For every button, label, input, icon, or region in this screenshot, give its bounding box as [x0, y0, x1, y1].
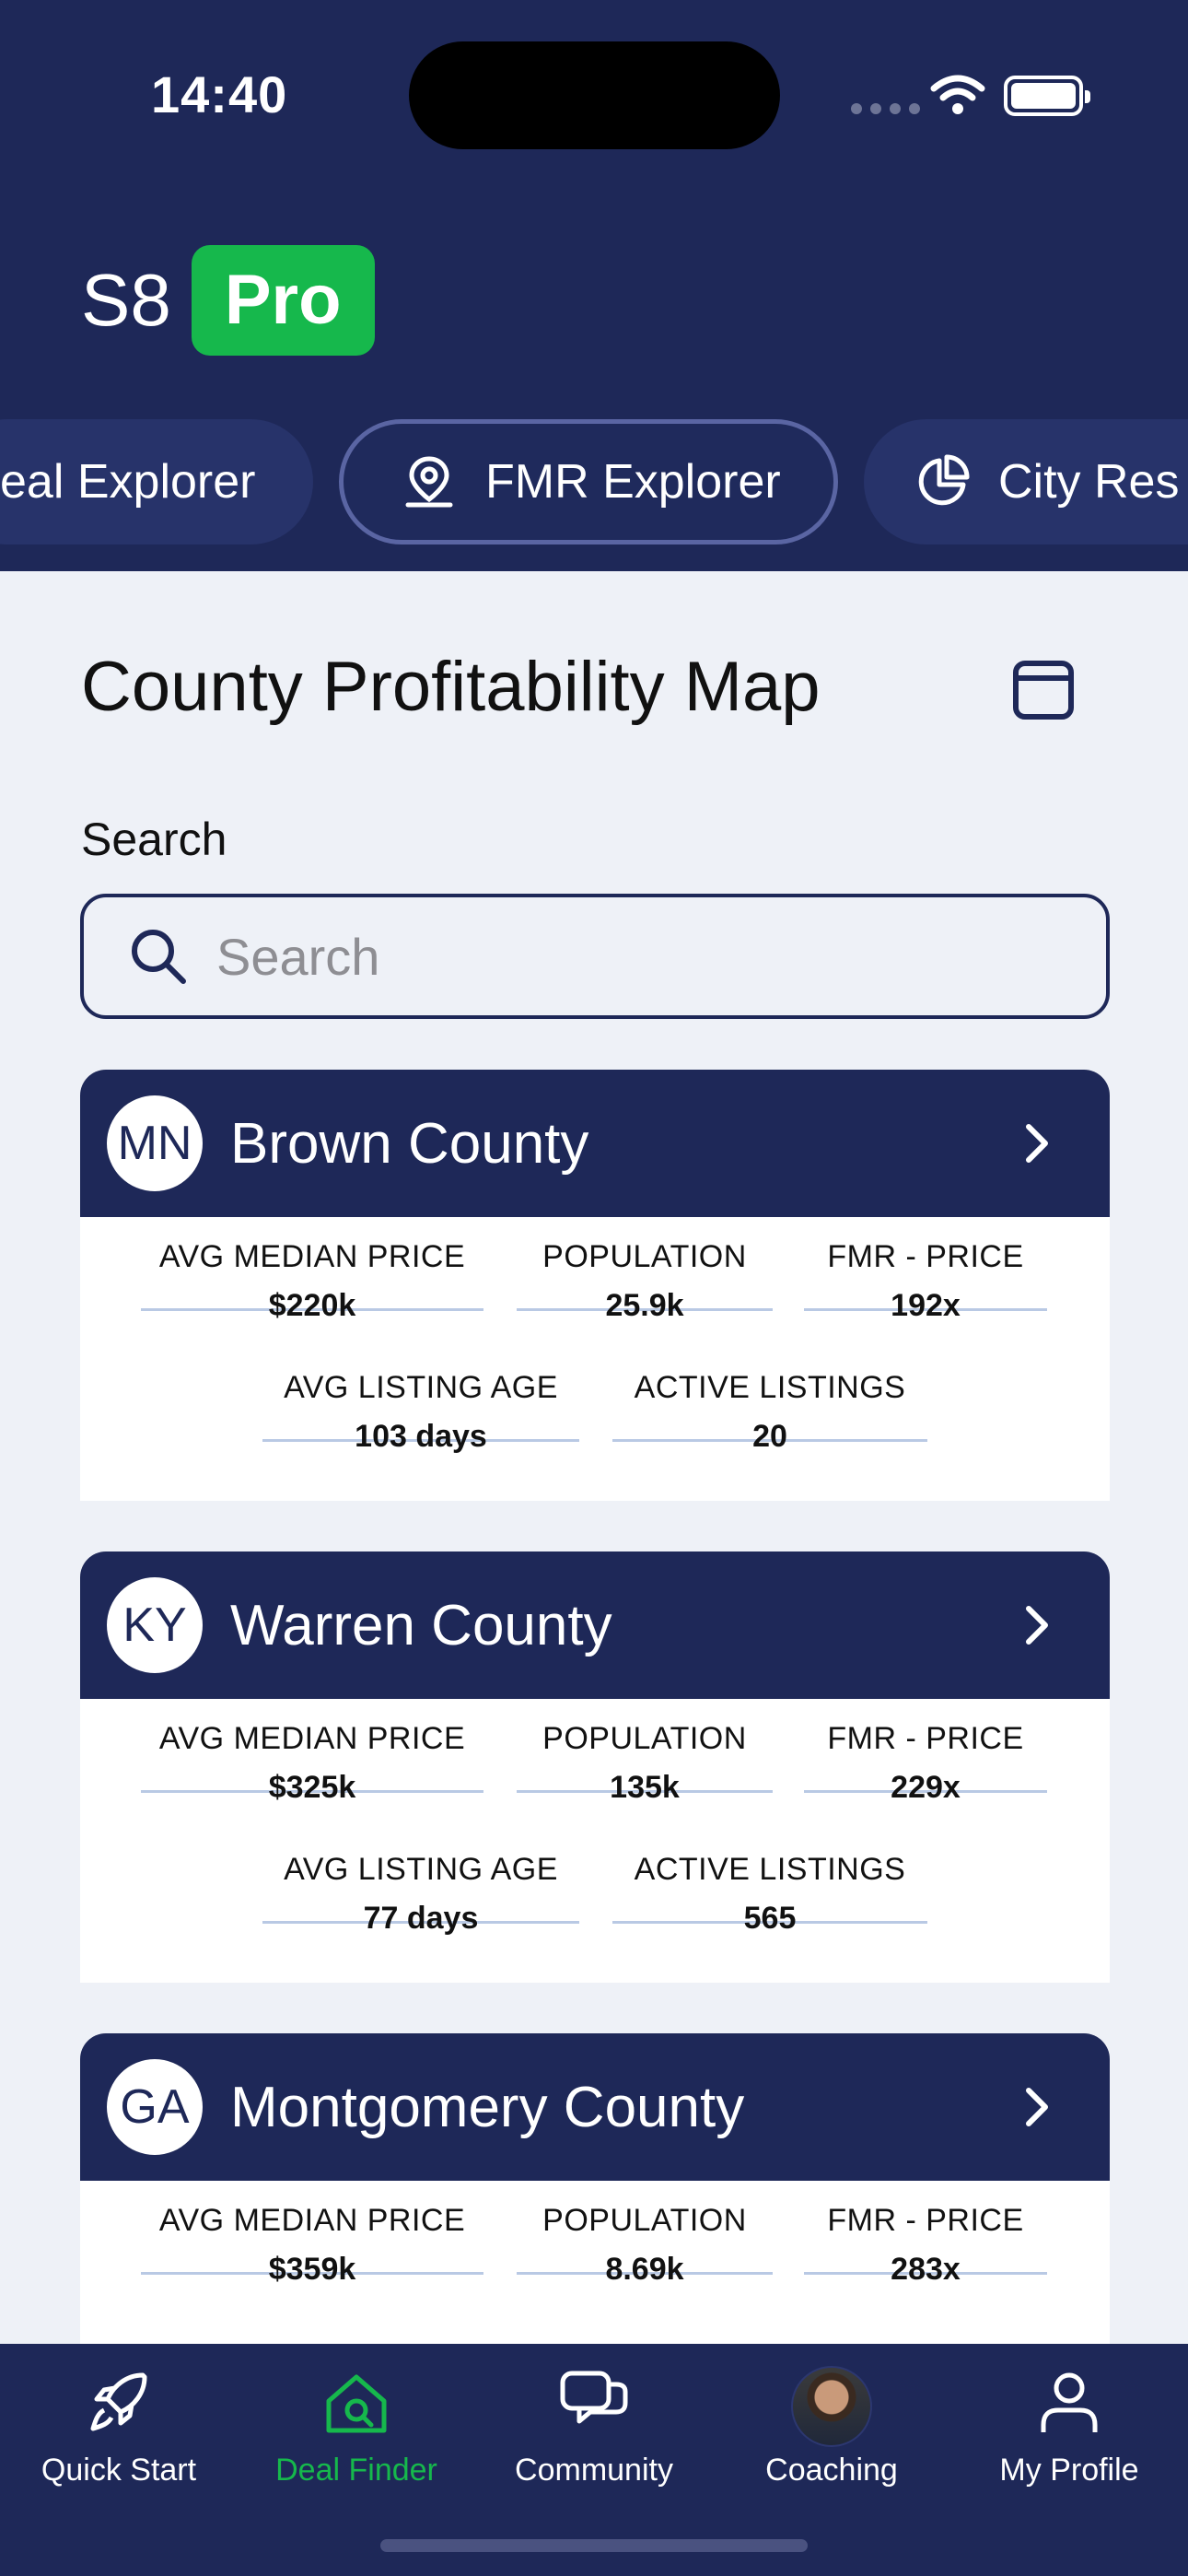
tab-label: Deal Finder: [275, 2453, 437, 2488]
app-header: 14:40 S8 Pro eal Explorer FMR Explorer C…: [0, 0, 1188, 571]
stat-value: 565: [743, 1901, 797, 1936]
stat-value: $325k: [268, 1770, 356, 1805]
stat-label: ACTIVE LISTINGS: [634, 1852, 906, 1887]
tab-coaching[interactable]: Coaching: [713, 2344, 950, 2528]
tab-quick-start[interactable]: Quick Start: [0, 2344, 238, 2528]
tab-my-profile[interactable]: My Profile: [950, 2344, 1188, 2528]
state-avatar: MN: [107, 1095, 203, 1191]
stat-value: $359k: [268, 2252, 356, 2287]
status-time: 14:40: [151, 65, 288, 123]
stat-label: FMR - PRICE: [827, 1239, 1024, 1274]
stat-label: FMR - PRICE: [827, 1721, 1024, 1756]
dynamic-island: [409, 41, 780, 149]
stat-population: POPULATION 8.69k: [517, 2181, 773, 2287]
tab-label: My Profile: [999, 2453, 1139, 2488]
cellular-signal-icon: [851, 103, 920, 114]
chat-bubbles-icon: [560, 2371, 628, 2424]
chevron-right-icon[interactable]: [1010, 1599, 1062, 1651]
window-toggle-icon[interactable]: [1011, 658, 1076, 722]
app-screen: 14:40 S8 Pro eal Explorer FMR Explorer C…: [0, 0, 1188, 2576]
stat-population: POPULATION 25.9k: [517, 1217, 773, 1323]
home-indicator[interactable]: [380, 2539, 808, 2552]
stat-value: 20: [752, 1419, 787, 1454]
tab-label: eal Explorer: [0, 455, 256, 509]
stat-value: 135k: [610, 1770, 680, 1805]
search-input[interactable]: [216, 926, 1045, 987]
tab-label: Community: [515, 2453, 673, 2488]
chevron-right-icon[interactable]: [1010, 1118, 1062, 1169]
map-pin-icon: [405, 456, 453, 508]
rocket-icon: [90, 2372, 147, 2431]
user-icon: [1041, 2372, 1098, 2432]
tab-label: City Res: [998, 455, 1180, 509]
tab-deal-finder[interactable]: Deal Finder: [238, 2344, 475, 2528]
stat-label: AVG LISTING AGE: [284, 1852, 558, 1887]
county-name: Warren County: [230, 1593, 612, 1657]
county-card-header[interactable]: KY Warren County: [80, 1551, 1110, 1699]
county-card[interactable]: MN Brown County AVG MEDIAN PRICE $220k P…: [80, 1070, 1110, 1501]
stat-value: 229x: [891, 1770, 961, 1805]
coach-avatar: [791, 2366, 872, 2447]
tab-community[interactable]: Community: [475, 2344, 713, 2528]
tab-city-research[interactable]: City Res: [864, 419, 1188, 544]
stat-value: 25.9k: [605, 1288, 684, 1323]
stat-label: AVG MEDIAN PRICE: [158, 1721, 466, 1756]
stat-label: ACTIVE LISTINGS: [634, 1370, 906, 1405]
stat-population: POPULATION 135k: [517, 1699, 773, 1805]
section-nav: eal Explorer FMR Explorer City Res: [0, 419, 1188, 544]
stat-label: POPULATION: [542, 1721, 747, 1756]
state-avatar: GA: [107, 2059, 203, 2155]
county-card-header[interactable]: MN Brown County: [80, 1070, 1110, 1217]
county-stats: AVG MEDIAN PRICE $359k POPULATION 8.69k …: [80, 2181, 1110, 2347]
stat-avg-median-price: AVG MEDIAN PRICE $220k: [141, 1217, 483, 1323]
tab-fmr-explorer[interactable]: FMR Explorer: [339, 419, 838, 544]
page-title: County Profitability Map: [81, 648, 821, 726]
county-name: Brown County: [230, 1111, 589, 1176]
stat-active-listings: ACTIVE LISTINGS 20: [612, 1348, 927, 1454]
stat-avg-listing-age: AVG LISTING AGE 103 days: [262, 1348, 579, 1454]
stat-active-listings: ACTIVE LISTINGS 565: [612, 1830, 927, 1936]
county-card[interactable]: GA Montgomery County AVG MEDIAN PRICE $3…: [80, 2033, 1110, 2347]
stat-fmr-price: FMR - PRICE 229x: [804, 1699, 1047, 1805]
brand-name: S8: [81, 259, 171, 341]
stat-fmr-price: FMR - PRICE 192x: [804, 1217, 1047, 1323]
state-avatar: KY: [107, 1577, 203, 1673]
tab-label: Quick Start: [41, 2453, 197, 2488]
stat-label: AVG MEDIAN PRICE: [158, 1239, 466, 1274]
stat-value: 283x: [891, 2252, 961, 2287]
search-label: Search: [81, 814, 227, 865]
stat-fmr-price: FMR - PRICE 283x: [804, 2181, 1047, 2287]
search-field[interactable]: [80, 894, 1110, 1019]
pie-chart-icon: [918, 454, 970, 506]
stat-value: $220k: [268, 1288, 356, 1323]
house-search-icon: [326, 2374, 387, 2433]
stat-value: 8.69k: [605, 2252, 684, 2287]
county-stats: AVG MEDIAN PRICE $220k POPULATION 25.9k …: [80, 1217, 1110, 1501]
stat-avg-median-price: AVG MEDIAN PRICE $359k: [141, 2181, 483, 2287]
title-row: County Profitability Map: [81, 647, 1076, 739]
pro-badge: Pro: [191, 245, 375, 356]
stat-label: POPULATION: [542, 2203, 747, 2238]
tab-deal-explorer[interactable]: eal Explorer: [0, 419, 313, 544]
county-card[interactable]: KY Warren County AVG MEDIAN PRICE $325k …: [80, 1551, 1110, 1983]
stat-value: 192x: [891, 1288, 961, 1323]
county-card-header[interactable]: GA Montgomery County: [80, 2033, 1110, 2181]
chevron-right-icon[interactable]: [1010, 2081, 1062, 2133]
stat-label: AVG MEDIAN PRICE: [158, 2203, 466, 2238]
stat-avg-listing-age: AVG LISTING AGE 77 days: [262, 1830, 579, 1936]
county-name: Montgomery County: [230, 2075, 745, 2139]
stat-label: FMR - PRICE: [827, 2203, 1024, 2238]
battery-icon: [1004, 76, 1090, 116]
stat-value: 77 days: [363, 1901, 479, 1936]
stat-label: AVG LISTING AGE: [284, 1370, 558, 1405]
tab-label: Coaching: [765, 2453, 898, 2488]
tab-label: FMR Explorer: [485, 455, 781, 509]
stat-avg-median-price: AVG MEDIAN PRICE $325k: [141, 1699, 483, 1805]
search-icon: [132, 930, 186, 984]
wifi-icon: [930, 75, 985, 114]
stat-label: POPULATION: [542, 1239, 747, 1274]
county-stats: AVG MEDIAN PRICE $325k POPULATION 135k F…: [80, 1699, 1110, 1983]
brand-logo: S8 Pro: [81, 245, 375, 356]
stat-value: 103 days: [355, 1419, 487, 1454]
